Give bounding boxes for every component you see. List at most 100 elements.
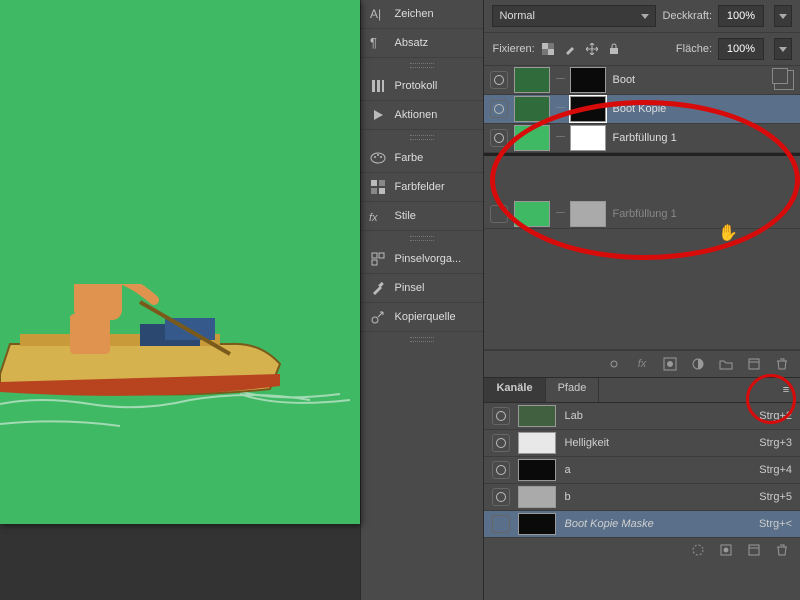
panel-item-farbfelder[interactable]: Farbfelder bbox=[361, 173, 484, 202]
channel-shortcut: Strg+5 bbox=[759, 491, 792, 503]
layer-row[interactable]: 𝄖 Farbfüllung 1 bbox=[484, 200, 800, 229]
tab-pfade[interactable]: Pfade bbox=[546, 378, 600, 402]
new-layer-icon[interactable] bbox=[746, 356, 762, 372]
channel-row[interactable]: Helligkeit Strg+3 bbox=[484, 430, 800, 457]
layer-row[interactable]: 𝄖 Boot bbox=[484, 66, 800, 95]
visibility-toggle[interactable] bbox=[490, 205, 508, 223]
lock-transparency-icon[interactable] bbox=[541, 42, 555, 56]
channel-thumbnail[interactable] bbox=[518, 513, 556, 535]
channel-name: Helligkeit bbox=[564, 437, 751, 449]
layer-row[interactable]: 𝄖 Farbfüllung 1 bbox=[484, 124, 800, 153]
play-icon bbox=[369, 106, 387, 124]
layer-divider bbox=[484, 153, 800, 156]
artwork-boat bbox=[0, 284, 360, 524]
layers-empty-area[interactable] bbox=[484, 229, 800, 350]
layer-name[interactable]: Boot bbox=[612, 74, 768, 86]
adjustment-layer-icon[interactable] bbox=[690, 356, 706, 372]
chevron-down-icon bbox=[641, 14, 649, 19]
visibility-toggle[interactable] bbox=[492, 488, 510, 506]
link-layers-icon[interactable] bbox=[606, 356, 622, 372]
link-icon[interactable]: 𝄖 bbox=[556, 130, 564, 146]
panel-dock: A| Zeichen ¶ Absatz Protokoll Aktionen F… bbox=[360, 0, 485, 600]
canvas-area[interactable] bbox=[0, 0, 360, 600]
panel-item-aktionen[interactable]: Aktionen bbox=[361, 101, 484, 130]
panel-item-zeichen[interactable]: A| Zeichen bbox=[361, 0, 484, 29]
document-canvas[interactable] bbox=[0, 0, 360, 524]
add-mask-icon[interactable] bbox=[662, 356, 678, 372]
save-selection-icon[interactable] bbox=[718, 542, 734, 558]
panel-separator bbox=[361, 231, 484, 245]
fill-stepper[interactable] bbox=[774, 38, 792, 60]
panel-item-protokoll[interactable]: Protokoll bbox=[361, 72, 484, 101]
panel-label: Zeichen bbox=[395, 8, 434, 20]
fx-icon[interactable]: fx bbox=[634, 356, 650, 372]
channel-row[interactable]: b Strg+5 bbox=[484, 484, 800, 511]
character-icon: A| bbox=[369, 5, 387, 23]
visibility-toggle[interactable] bbox=[490, 71, 508, 89]
panel-item-stile[interactable]: fx Stile bbox=[361, 202, 484, 231]
fill-thumbnail[interactable] bbox=[514, 125, 550, 151]
lock-move-icon[interactable] bbox=[585, 42, 599, 56]
layer-name[interactable]: Farbfüllung 1 bbox=[612, 132, 794, 144]
trash-icon[interactable] bbox=[774, 542, 790, 558]
panel-label: Farbfelder bbox=[395, 181, 445, 193]
link-icon[interactable]: 𝄖 bbox=[556, 72, 564, 88]
isolate-icon[interactable] bbox=[774, 70, 794, 90]
channel-thumbnail[interactable] bbox=[518, 405, 556, 427]
opacity-stepper[interactable] bbox=[774, 5, 792, 27]
mask-thumbnail[interactable] bbox=[570, 125, 606, 151]
lock-paint-icon[interactable] bbox=[563, 42, 577, 56]
channel-row[interactable]: Boot Kopie Maske Strg+< bbox=[484, 511, 800, 538]
mask-thumbnail[interactable] bbox=[570, 67, 606, 93]
fill-thumbnail[interactable] bbox=[514, 201, 550, 227]
channel-row[interactable]: Lab Strg+2 bbox=[484, 403, 800, 430]
mask-thumbnail[interactable] bbox=[570, 201, 606, 227]
fx-icon: fx bbox=[369, 207, 387, 225]
panel-item-kopierquelle[interactable]: Kopierquelle bbox=[361, 303, 484, 332]
opacity-input[interactable]: 100% bbox=[718, 5, 764, 27]
visibility-toggle[interactable] bbox=[492, 515, 510, 533]
layer-row[interactable]: 𝄖 Boot Kopie bbox=[484, 95, 800, 124]
layer-name[interactable]: Farbfüllung 1 bbox=[612, 208, 794, 220]
new-group-icon[interactable] bbox=[718, 356, 734, 372]
link-icon[interactable]: 𝄖 bbox=[556, 206, 564, 222]
load-selection-icon[interactable] bbox=[690, 542, 706, 558]
link-icon[interactable]: 𝄖 bbox=[556, 101, 564, 117]
tab-kanaele[interactable]: Kanäle bbox=[484, 378, 545, 402]
new-channel-icon[interactable] bbox=[746, 542, 762, 558]
panel-item-pinsel[interactable]: Pinsel bbox=[361, 274, 484, 303]
channel-thumbnail[interactable] bbox=[518, 486, 556, 508]
visibility-toggle[interactable] bbox=[492, 407, 510, 425]
panel-item-absatz[interactable]: ¶ Absatz bbox=[361, 29, 484, 58]
fill-input[interactable]: 100% bbox=[718, 38, 764, 60]
mask-thumbnail[interactable] bbox=[570, 96, 606, 122]
trash-icon[interactable] bbox=[774, 356, 790, 372]
blend-mode-select[interactable]: Normal bbox=[492, 5, 656, 27]
channels-footer bbox=[484, 538, 800, 562]
layer-thumbnail[interactable] bbox=[514, 67, 550, 93]
visibility-toggle[interactable] bbox=[490, 129, 508, 147]
visibility-toggle[interactable] bbox=[492, 434, 510, 452]
panel-menu-icon[interactable]: ≡ bbox=[772, 378, 800, 402]
svg-text:¶: ¶ bbox=[370, 35, 377, 50]
channel-row[interactable]: a Strg+4 bbox=[484, 457, 800, 484]
channel-thumbnail[interactable] bbox=[518, 459, 556, 481]
panel-separator bbox=[361, 332, 484, 346]
layer-thumbnail[interactable] bbox=[514, 96, 550, 122]
lock-label: Fixieren: bbox=[492, 43, 534, 55]
right-panels: Normal Deckkraft: 100% Fixieren: Fläche:… bbox=[484, 0, 800, 600]
layers-panel: 𝄖 Boot 𝄖 Boot Kopie 𝄖 Farbfüllung 1 bbox=[484, 66, 800, 378]
opacity-label: Deckkraft: bbox=[662, 10, 712, 22]
visibility-toggle[interactable] bbox=[490, 100, 508, 118]
tab-label: Kanäle bbox=[496, 382, 532, 394]
panel-item-farbe[interactable]: Farbe bbox=[361, 144, 484, 173]
layer-name[interactable]: Boot Kopie bbox=[612, 103, 794, 115]
lock-all-icon[interactable] bbox=[607, 42, 621, 56]
visibility-toggle[interactable] bbox=[492, 461, 510, 479]
blend-mode-value: Normal bbox=[499, 10, 534, 22]
channel-shortcut: Strg+3 bbox=[759, 437, 792, 449]
channel-thumbnail[interactable] bbox=[518, 432, 556, 454]
panel-label: Pinsel bbox=[395, 282, 425, 294]
panel-label: Absatz bbox=[395, 37, 429, 49]
panel-item-pinselvorgaben[interactable]: Pinselvorga... bbox=[361, 245, 484, 274]
